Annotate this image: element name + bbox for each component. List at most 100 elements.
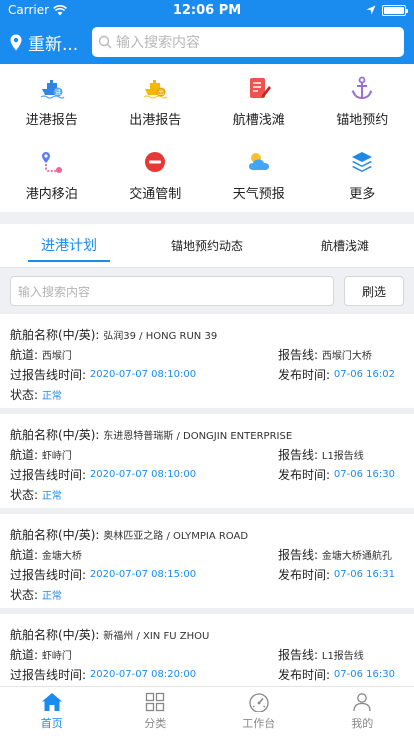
bottom-tab-home[interactable]: 首页 — [0, 687, 104, 736]
channel-label: 航道: — [10, 547, 39, 562]
menu-label: 出港报告 — [129, 112, 182, 128]
menu-item-anchorage-booking[interactable]: 锚地预约 — [311, 64, 414, 138]
report-line-value: L1报告线 — [321, 650, 364, 662]
menu-label: 锚地预约 — [336, 112, 389, 128]
menu-item-channel-shoal[interactable]: 航槽浅滩 — [207, 64, 311, 138]
search-input[interactable]: 输入搜索内容 — [92, 27, 404, 57]
carrier-info: Carrier — [8, 3, 148, 17]
battery-icon — [382, 4, 408, 16]
channel-label: 航道: — [10, 647, 39, 662]
bottom-tab-workbench[interactable]: 工作台 — [207, 687, 311, 736]
svg-text:进: 进 — [55, 88, 61, 96]
ship-in-icon: 进 — [39, 75, 65, 101]
ship-name-label: 航舶名称(中/英): — [10, 527, 100, 542]
pass-time-value: 2020-07-07 08:15:00 — [89, 568, 197, 580]
bottom-tab-label: 首页 — [40, 717, 63, 730]
publish-time-label: 发布时间: — [278, 567, 331, 582]
ship-out-icon: 出 — [142, 75, 168, 101]
publish-time-value: 07-06 16:30 — [333, 668, 395, 680]
map-pin-icon — [10, 34, 22, 50]
channel-label: 航道: — [10, 447, 39, 462]
refresh-button[interactable]: 刷选 — [344, 276, 404, 306]
no-entry-icon — [142, 149, 168, 175]
channel-label: 航道: — [10, 347, 39, 362]
state-label: 状态: — [10, 487, 39, 502]
menu-item-outbound-report[interactable]: 出 出港报告 — [104, 64, 208, 138]
menu-item-more[interactable]: 更多 — [311, 138, 414, 212]
state-label: 状态: — [10, 587, 39, 602]
state-value: 正常 — [41, 390, 62, 402]
pass-time-value: 2020-07-07 08:10:00 — [89, 468, 197, 480]
location-label: 重新... — [28, 34, 79, 55]
list-item[interactable]: 航舶名称(中/英): 东进恩特普瑞斯 / DONGJIN ENTERPRISE … — [0, 414, 414, 508]
report-line-label: 报告线: — [278, 647, 319, 662]
route-icon — [39, 149, 65, 175]
pass-time-label: 过报告线时间: — [10, 567, 87, 582]
menu-item-weather[interactable]: 天气预报 — [207, 138, 311, 212]
ship-name-value: 新福州 / XIN FU ZHOU — [103, 630, 210, 642]
bottom-tab-bar: 首页 分类 工作台 我的 — [0, 686, 414, 736]
list-item[interactable]: 航舶名称(中/英): 新福州 / XIN FU ZHOU 航道: 虾峙门 报告线:… — [0, 614, 414, 686]
location-arrow-icon — [366, 5, 376, 15]
pass-time-label: 过报告线时间: — [10, 667, 87, 682]
bottom-tab-mine[interactable]: 我的 — [311, 687, 414, 736]
battery-fill — [384, 6, 404, 14]
publish-time-value: 07-06 16:31 — [333, 568, 395, 580]
state-value: 正常 — [41, 590, 62, 602]
list-item[interactable]: 航舶名称(中/英): 弘润39 / HONG RUN 39 航道: 西堠门 报告线… — [0, 314, 414, 408]
channel-value: 虾峙门 — [41, 650, 72, 662]
grid-icon — [146, 692, 165, 712]
ship-name-label: 航舶名称(中/英): — [10, 427, 100, 442]
menu-label: 交通管制 — [129, 186, 182, 202]
layers-icon — [349, 149, 375, 175]
svg-text:出: 出 — [158, 88, 164, 96]
record-list: 航舶名称(中/英): 弘润39 / HONG RUN 39 航道: 西堠门报告线… — [0, 314, 414, 686]
dashboard-icon — [249, 693, 269, 712]
weather-icon — [246, 149, 272, 175]
list-item[interactable]: 航舶名称(中/英): 奥林匹亚之路 / OLYMPIA ROAD 航道: 金塘大… — [0, 514, 414, 608]
state-value: 正常 — [41, 490, 62, 502]
bottom-tab-category[interactable]: 分类 — [104, 687, 208, 736]
ship-name-label: 航舶名称(中/英): — [10, 327, 100, 342]
report-line-label: 报告线: — [278, 447, 319, 462]
publish-time-value: 07-06 16:30 — [333, 468, 395, 480]
menu-item-berth-shift[interactable]: 港内移泊 — [0, 138, 104, 212]
top-header: 重新... 输入搜索内容 — [0, 20, 414, 64]
channel-value: 西堠门 — [41, 350, 72, 362]
channel-value: 虾峙门 — [41, 450, 72, 462]
tab-anchorage-dynamics[interactable]: 锚地预约动态 — [138, 224, 276, 268]
filter-search-input[interactable]: 输入搜索内容 — [10, 276, 334, 306]
report-line-value: 西堠门大桥 — [321, 350, 372, 362]
wifi-icon — [53, 4, 68, 15]
pass-time-label: 过报告线时间: — [10, 367, 87, 382]
publish-time-value: 07-06 16:02 — [333, 368, 395, 380]
ship-name-value: 弘润39 / HONG RUN 39 — [103, 330, 218, 342]
ship-name-label: 航舶名称(中/英): — [10, 627, 100, 642]
menu-item-inbound-report[interactable]: 进 进港报告 — [0, 64, 104, 138]
menu-item-traffic-control[interactable]: 交通管制 — [104, 138, 208, 212]
tab-channel-shoal[interactable]: 航槽浅滩 — [276, 224, 414, 268]
menu-label: 天气预报 — [232, 186, 285, 202]
location-selector[interactable]: 重新... — [10, 30, 92, 55]
home-icon — [41, 693, 62, 711]
clock: 12:06 PM — [172, 2, 242, 18]
report-line-value: 金塘大桥通航孔 — [321, 550, 392, 562]
pass-time-label: 过报告线时间: — [10, 467, 87, 482]
report-line-value: L1报告线 — [321, 450, 364, 462]
search-placeholder: 输入搜索内容 — [116, 35, 200, 51]
menu-label: 航槽浅滩 — [232, 112, 285, 128]
tab-bar: 进港计划 锚地预约动态 航槽浅滩 — [0, 224, 414, 268]
user-icon — [353, 693, 371, 712]
tab-inbound-plan[interactable]: 进港计划 — [0, 224, 138, 268]
pass-time-value: 2020-07-07 08:10:00 — [89, 368, 197, 380]
bottom-tab-label: 工作台 — [242, 717, 276, 730]
ship-name-value: 奥林匹亚之路 / OLYMPIA ROAD — [103, 530, 249, 542]
bottom-tab-label: 我的 — [351, 717, 374, 730]
report-line-label: 报告线: — [278, 347, 319, 362]
pass-time-value: 2020-07-07 08:20:00 — [89, 668, 197, 680]
menu-label: 更多 — [349, 186, 376, 202]
report-line-label: 报告线: — [278, 547, 319, 562]
filter-bar: 输入搜索内容 刷选 — [0, 268, 414, 314]
document-edit-icon — [246, 75, 272, 101]
publish-time-label: 发布时间: — [278, 667, 331, 682]
